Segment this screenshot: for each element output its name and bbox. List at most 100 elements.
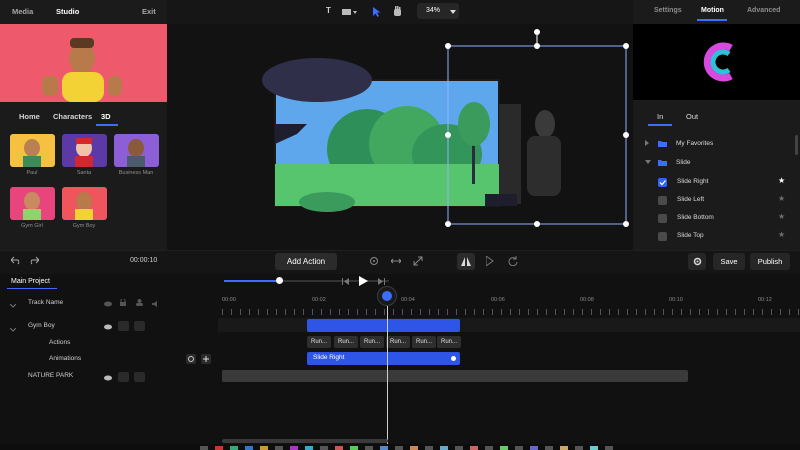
eye-icon[interactable] (104, 300, 112, 309)
arrows-horizontal-icon[interactable] (390, 257, 402, 267)
ruler-ticks (222, 309, 800, 315)
tab-studio[interactable]: Studio (56, 7, 79, 16)
track-option-button[interactable] (134, 321, 145, 331)
folder-my-favorites[interactable]: My Favorites (676, 140, 713, 147)
playhead-handle[interactable] (377, 286, 397, 306)
add-action-button[interactable]: Add Action (275, 253, 337, 270)
tab-exit[interactable]: Exit (142, 7, 156, 16)
flip-button[interactable] (457, 253, 475, 270)
char-card-gym-boy[interactable] (62, 187, 107, 220)
select-tool-icon[interactable] (372, 6, 381, 19)
lock-icon[interactable] (120, 298, 126, 308)
timeline-scrollbar[interactable] (222, 439, 388, 443)
char-label: Paul (26, 170, 38, 176)
chevron-down-icon[interactable] (9, 325, 17, 334)
io-underline (648, 124, 672, 126)
char-card-paul[interactable] (10, 134, 55, 167)
star-icon[interactable]: ★ (778, 176, 785, 185)
ruler-label: 00:02 (312, 297, 326, 303)
speaker-icon[interactable] (152, 300, 159, 309)
refresh-icon[interactable] (508, 256, 518, 268)
motion-slide-left[interactable]: Slide Left (677, 196, 704, 203)
taskbar (0, 444, 800, 450)
target-icon[interactable] (369, 256, 379, 268)
hand-tool-icon[interactable] (393, 6, 402, 19)
track-option-button[interactable] (134, 372, 145, 382)
folder-icon (658, 140, 667, 149)
checkbox-slide-left[interactable] (658, 196, 667, 205)
chevron-down-icon[interactable] (9, 301, 17, 310)
tab-motion[interactable]: Motion (701, 7, 724, 14)
track-lane (218, 318, 800, 332)
save-button[interactable]: Save (713, 253, 745, 270)
tab-out[interactable]: Out (686, 112, 698, 121)
publish-button[interactable]: Publish (750, 253, 790, 270)
play-step-icon[interactable] (485, 255, 494, 268)
settings-button[interactable] (688, 253, 706, 270)
motion-preview (633, 24, 800, 100)
lib-tab-characters[interactable]: Characters (53, 112, 92, 121)
main-project-tab[interactable]: Main Project (11, 278, 50, 285)
playhead-knob (382, 291, 392, 301)
play-icon[interactable] (359, 276, 368, 288)
char-card-business-man[interactable] (114, 134, 159, 167)
star-icon[interactable]: ★ (778, 212, 785, 221)
chevron-right-icon[interactable] (645, 140, 650, 148)
checkbox-slide-right[interactable] (658, 178, 667, 187)
eye-icon[interactable] (104, 323, 112, 332)
gym-boy-clip[interactable] (307, 319, 460, 332)
eye-icon[interactable] (104, 374, 112, 383)
char-label: Business Man (118, 170, 154, 176)
gear-icon[interactable] (186, 354, 196, 364)
animation-clip[interactable]: Slide Right (307, 352, 460, 365)
motion-slide-bottom[interactable]: Slide Bottom (677, 214, 714, 221)
lib-tab-3d[interactable]: 3D (101, 112, 111, 121)
tab-settings[interactable]: Settings (654, 7, 682, 14)
shape-tool-icon[interactable] (342, 8, 358, 18)
ruler-label: 00:00 (222, 297, 236, 303)
skip-back-icon[interactable] (342, 278, 350, 287)
scrollbar[interactable] (795, 135, 798, 155)
tab-underline (96, 124, 118, 126)
animations-row-label: Animations (49, 355, 82, 362)
zoom-dropdown[interactable]: 34% (417, 3, 459, 19)
expand-icon[interactable] (413, 256, 423, 268)
action-chip[interactable]: Run... (360, 336, 384, 348)
star-icon[interactable]: ★ (778, 194, 785, 203)
text-tool-icon[interactable]: T (326, 6, 331, 15)
actions-row-label: Actions (49, 339, 71, 346)
canvas-stage[interactable] (167, 24, 633, 250)
redo-icon[interactable] (29, 256, 40, 267)
animation-clip-label: Slide Right (313, 354, 345, 361)
checkbox-slide-bottom[interactable] (658, 214, 667, 223)
motion-slide-right[interactable]: Slide Right (677, 178, 708, 185)
clip-handle[interactable] (451, 356, 456, 361)
user-icon[interactable] (136, 299, 143, 308)
tab-advanced[interactable]: Advanced (747, 7, 780, 14)
chevron-down-icon[interactable] (645, 160, 651, 167)
add-icon[interactable] (201, 354, 211, 364)
motion-slide-top[interactable]: Slide Top (677, 232, 704, 239)
nature-park-clip[interactable] (222, 370, 688, 382)
folder-slide[interactable]: Slide (676, 159, 690, 166)
lib-tab-home[interactable]: Home (19, 112, 40, 121)
track-option-button[interactable] (118, 372, 129, 382)
char-card-gym-girl[interactable] (10, 187, 55, 220)
track-gym-boy[interactable]: Gym Boy (28, 322, 55, 329)
ruler-label: 00:04 (401, 297, 415, 303)
action-chip[interactable]: Run... (437, 336, 461, 348)
char-card-santa[interactable] (62, 134, 107, 167)
tab-media[interactable]: Media (12, 7, 33, 16)
checkbox-slide-top[interactable] (658, 232, 667, 241)
tab-underline (7, 288, 57, 289)
action-chip[interactable]: Run... (386, 336, 410, 348)
action-chip[interactable]: Run... (307, 336, 331, 348)
tab-in[interactable]: In (657, 112, 663, 121)
undo-icon[interactable] (10, 256, 21, 267)
track-nature-park[interactable]: NATURE PARK (28, 372, 73, 379)
star-icon[interactable]: ★ (778, 230, 785, 239)
action-chip[interactable]: Run... (334, 336, 358, 348)
track-option-button[interactable] (118, 321, 129, 331)
action-chip[interactable]: Run... (412, 336, 436, 348)
scrubber-handle[interactable] (276, 277, 283, 284)
